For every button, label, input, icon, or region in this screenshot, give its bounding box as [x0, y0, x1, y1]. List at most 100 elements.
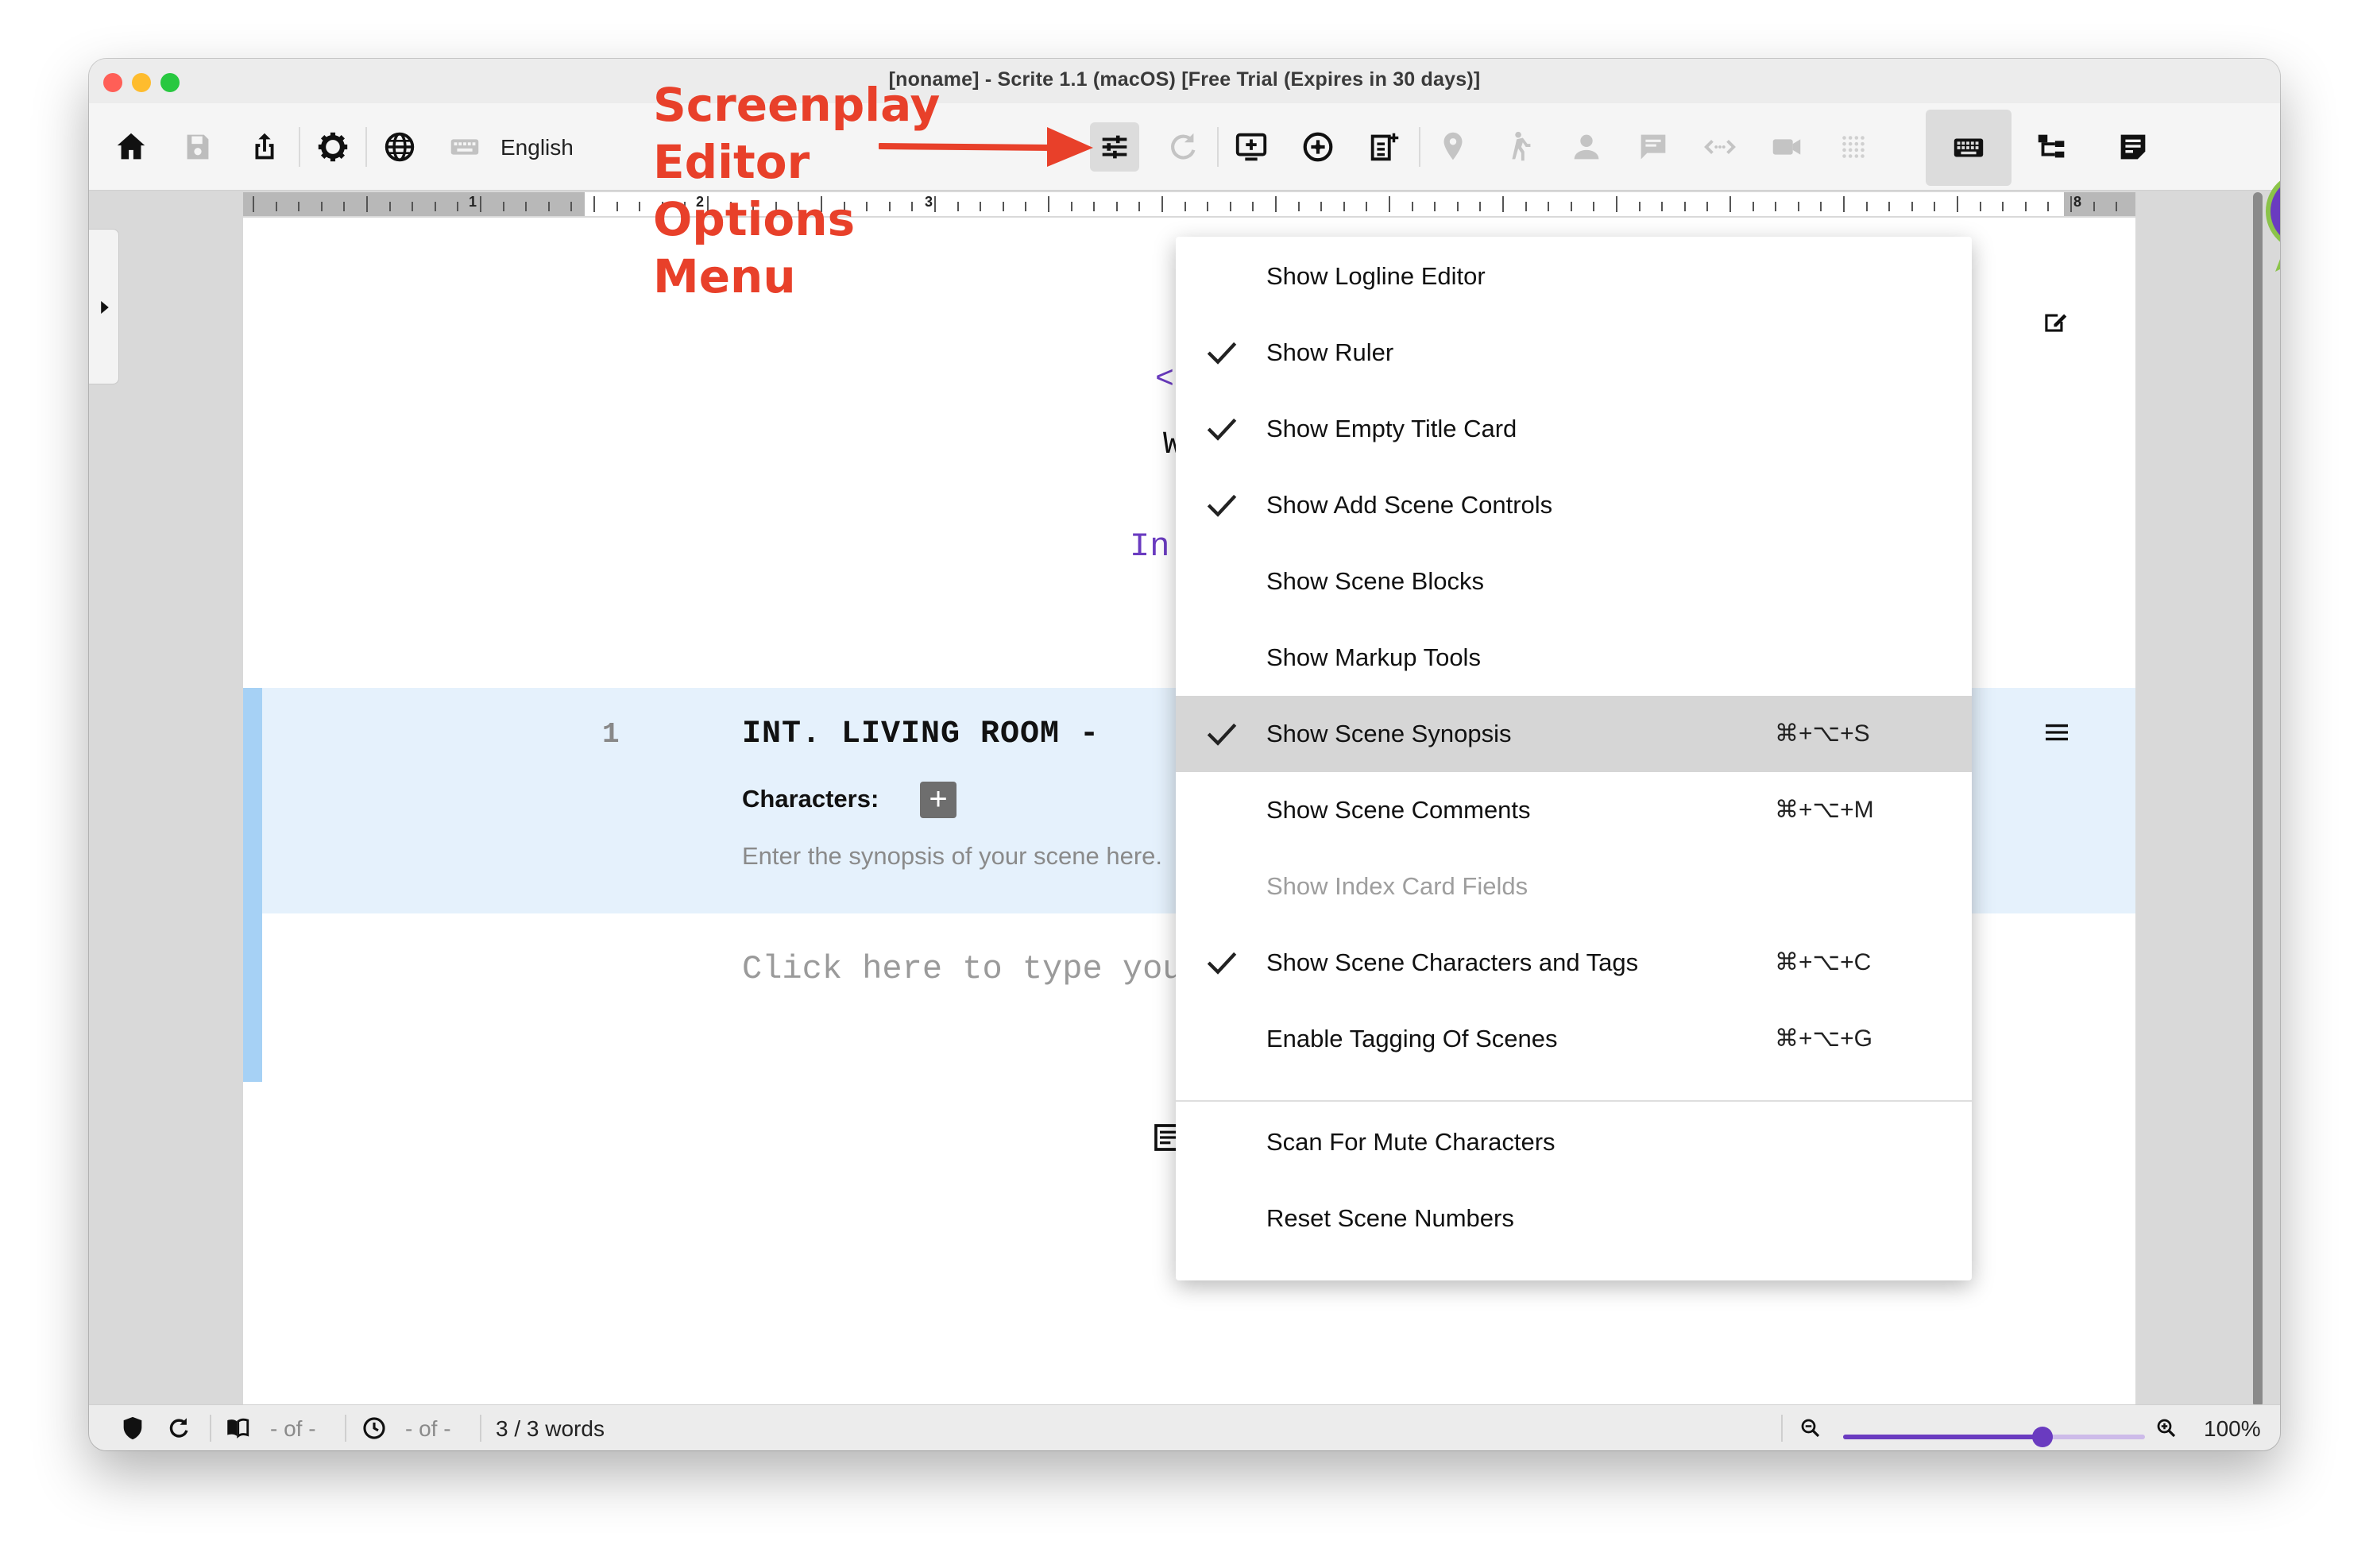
comment-icon: [1641, 134, 1666, 160]
transition-button[interactable]: [1695, 122, 1745, 172]
zoom-level: 100%: [2204, 1416, 2261, 1441]
language-label[interactable]: English: [500, 135, 574, 160]
ruler-tick: [1207, 202, 1209, 211]
title-card-text: In: [1130, 527, 1170, 566]
scene-number[interactable]: 1: [602, 718, 620, 751]
menu-item-label: Reset Scene Numbers: [1266, 1204, 1514, 1232]
user-avatar[interactable]: J 30: [2264, 170, 2280, 276]
menu-item[interactable]: Show Markup Tools: [1176, 620, 1972, 696]
screenplay-options-button[interactable]: [1090, 122, 1139, 172]
screen-add-icon: [1235, 133, 1267, 161]
menu-item[interactable]: Show Logline Editor: [1176, 238, 1972, 315]
ruler-tick: [1161, 196, 1163, 212]
dialogue-button[interactable]: [1629, 122, 1678, 172]
menu-item-label: Show Markup Tools: [1266, 643, 1481, 671]
scene-heading[interactable]: INT. LIVING ROOM -: [742, 716, 1099, 752]
language-button[interactable]: [375, 122, 424, 172]
title-card-edit-icon[interactable]: [2040, 307, 2070, 337]
ruler-tick: [1115, 202, 1118, 211]
menu-item-shortcut: ⌘+⌥+S: [1775, 720, 1870, 747]
action-button[interactable]: [1495, 122, 1544, 172]
side-panel-toggle[interactable]: [89, 229, 119, 384]
synopsis-field[interactable]: Enter the synopsis of your scene here.: [742, 842, 1162, 871]
structure-tab-button[interactable]: [2027, 122, 2077, 172]
scene-content-field[interactable]: Click here to type you: [742, 950, 1183, 988]
add-character-button[interactable]: +: [920, 782, 956, 818]
menu-item-label: Show Logline Editor: [1266, 262, 1486, 290]
page-count: - of -: [270, 1416, 316, 1441]
zoom-slider-handle[interactable]: [2031, 1427, 2053, 1447]
menu-item[interactable]: Show Ruler: [1176, 315, 1972, 391]
home-icon: [117, 133, 145, 160]
menu-item[interactable]: Reset Scene Numbers: [1176, 1180, 1972, 1257]
ruler[interactable]: 1 2 3 8: [243, 192, 2135, 216]
ruler-tick: [1456, 202, 1459, 211]
share-button[interactable]: [240, 122, 289, 172]
screenplay-tab-button[interactable]: [1926, 110, 2012, 186]
scene-current-indicator: [243, 688, 262, 1082]
menu-item[interactable]: Show Scene Characters and Tags ⌘+⌥+C: [1176, 925, 1972, 1001]
home-button[interactable]: [106, 122, 156, 172]
menu-item[interactable]: Show Add Scene Controls: [1176, 467, 1972, 543]
ruler-tick: [1275, 196, 1277, 212]
menu-item[interactable]: Show Scene Comments ⌘+⌥+M: [1176, 772, 1972, 848]
ruler-tick: [1093, 202, 1096, 211]
ruler-tick: [1820, 202, 1822, 211]
ruler-tick: [1729, 196, 1731, 212]
save-button[interactable]: [173, 122, 222, 172]
ruler-tick: [1683, 202, 1686, 211]
ruler-tick: [570, 202, 573, 211]
ruler-tick: [320, 202, 323, 211]
ruler-tick: [2070, 196, 2072, 212]
ruler-tick: [457, 202, 459, 211]
menu-item[interactable]: Show Scene Blocks: [1176, 543, 1972, 620]
ruler-label: 1: [469, 194, 477, 210]
refresh-icon[interactable]: [165, 1415, 192, 1442]
ruler-tick: [1002, 202, 1004, 211]
menu-item-label: Enable Tagging Of Scenes: [1266, 1025, 1558, 1052]
grid-icon: [1842, 136, 1865, 158]
character-button[interactable]: [1562, 122, 1611, 172]
shield-icon[interactable]: [119, 1415, 146, 1442]
ruler-tick: [1616, 196, 1617, 212]
annotation-arrow-icon: [879, 127, 1093, 167]
ruler-tick: [2116, 202, 2118, 211]
ruler-tick: [1638, 202, 1641, 211]
menu-item-label: Show Scene Synopsis: [1266, 720, 1512, 747]
ruler-tick: [502, 202, 504, 211]
add-screen-button[interactable]: [1227, 122, 1276, 172]
checkmark-icon: [1207, 723, 1237, 746]
scene-menu-icon[interactable]: [2043, 721, 2070, 743]
reload-button[interactable]: [1158, 122, 1208, 172]
checkmark-icon: [1207, 418, 1237, 441]
ruler-tick: [1366, 202, 1368, 211]
notebook-tab-button[interactable]: [2108, 122, 2158, 172]
zoom-in-icon[interactable]: [2155, 1416, 2178, 1440]
grid-button[interactable]: [1829, 122, 1878, 172]
shot-button[interactable]: [1762, 122, 1811, 172]
menu-item-label: Show Add Scene Controls: [1266, 491, 1553, 519]
zoom-out-icon[interactable]: [1799, 1416, 1822, 1440]
keyboard-layout-button[interactable]: [440, 122, 489, 172]
characters-label: Characters:: [742, 785, 879, 813]
menu-item-label: Show Scene Blocks: [1266, 567, 1484, 595]
menu-item[interactable]: Show Scene Synopsis ⌘+⌥+S: [1176, 696, 1972, 772]
ruler-tick: [1593, 202, 1595, 211]
annotation-label: Screenplay Editor Options Menu: [653, 78, 941, 303]
main-toolbar: English: [89, 103, 2280, 191]
location-button[interactable]: [1428, 122, 1478, 172]
menu-item[interactable]: Scan For Mute Characters: [1176, 1104, 1972, 1180]
vertical-scrollbar[interactable]: [2253, 192, 2263, 1408]
ruler-tick: [253, 196, 254, 212]
menu-item[interactable]: Enable Tagging Of Scenes ⌘+⌥+G: [1176, 1001, 1972, 1077]
ruler-tick: [1479, 202, 1482, 211]
ruler-tick: [1865, 202, 1868, 211]
menu-item[interactable]: Show Empty Title Card: [1176, 391, 1972, 467]
add-note-button[interactable]: [1360, 122, 1409, 172]
menu-item-label: Show Index Card Fields: [1266, 872, 1528, 900]
ruler-tick: [525, 202, 528, 211]
share-icon: [255, 133, 274, 160]
add-scene-button[interactable]: [1293, 122, 1343, 172]
settings-button[interactable]: [308, 122, 357, 172]
checkmark-icon: [1207, 342, 1237, 365]
